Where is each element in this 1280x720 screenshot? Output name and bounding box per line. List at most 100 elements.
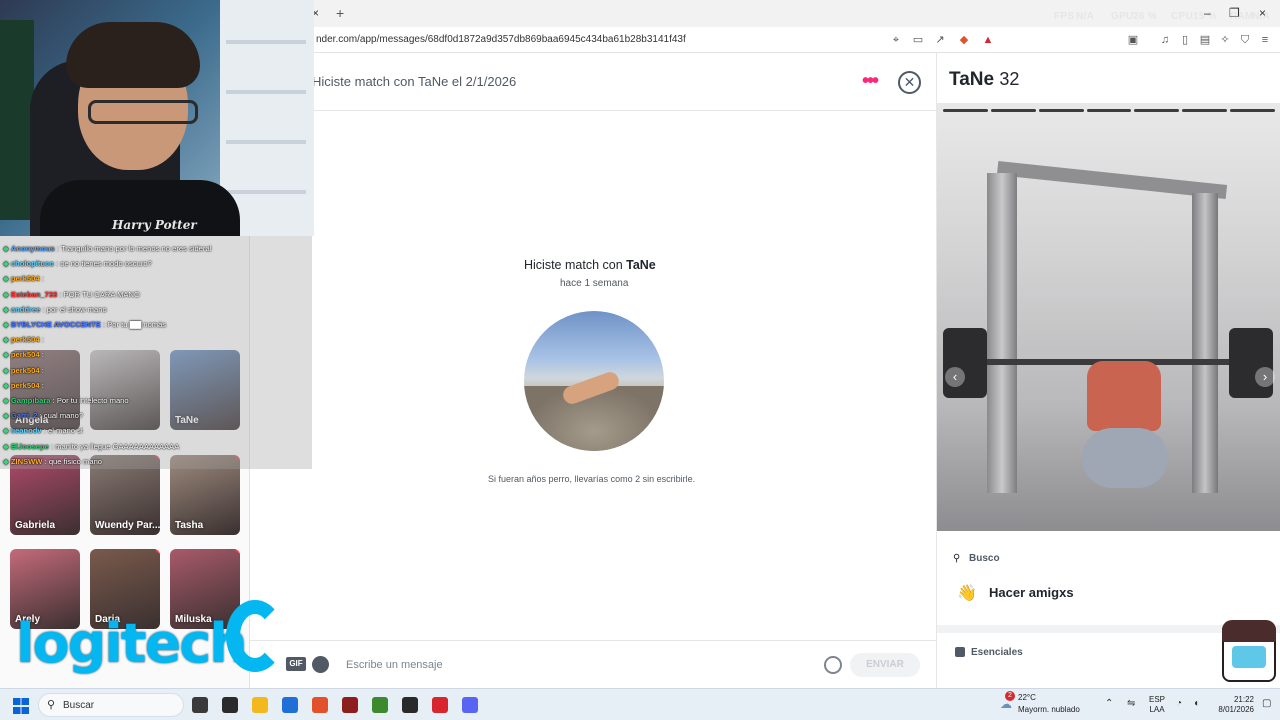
tray-network-icon[interactable]: ⇋ (1127, 698, 1135, 709)
gpu-label: GPU (1111, 11, 1134, 22)
match-avatar[interactable] (524, 311, 664, 451)
minimize-button[interactable]: – (1204, 6, 1211, 20)
stream-chat-user: perk504 (10, 350, 40, 360)
stream-chat-line: ◆ perk504 : (3, 274, 44, 283)
music-icon[interactable]: ♫ (1159, 34, 1171, 46)
clock-date: 8/01/2026 (1218, 705, 1254, 714)
chat-badge-icon: ◆ (3, 304, 9, 314)
chat-badge-icon: ◆ (3, 274, 9, 284)
wifi-icon[interactable]: ◔ (1176, 698, 1182, 709)
stream-chat-user: Anonymous (10, 244, 55, 253)
taskbar-search[interactable]: ⚲ Buscar (38, 693, 184, 717)
webcam-overlay: Harry Potter (0, 0, 314, 236)
message-input[interactable] (346, 655, 806, 675)
stream-chat-text: : (41, 274, 44, 284)
logitech-g-logo (226, 600, 284, 672)
stream-chat-line: ◆ perk504 : (3, 350, 44, 359)
send-button[interactable]: ENVIAR (850, 653, 920, 677)
profile-photo[interactable]: ‹ › (937, 103, 1280, 531)
tray-chevron-icon[interactable]: ⌃ (1105, 698, 1113, 709)
more-options-icon[interactable]: ••• (862, 71, 879, 91)
stream-chat-overlay: ◆ Anonymous : Tranquilo mano por lo menos… (0, 236, 312, 469)
notifications-icon[interactable]: ▢ (1262, 698, 1271, 709)
menu-icon[interactable]: ≡ (1259, 34, 1271, 46)
mascot-face (1232, 646, 1266, 668)
file-explorer-icon[interactable] (252, 697, 268, 713)
match-card-name: Tasha (175, 520, 204, 531)
chat-badge-icon: ◆ (3, 259, 9, 269)
profile-name-heading: TaNe 32 (949, 69, 1019, 91)
chat-badge-icon: ◆ (3, 365, 9, 375)
stream-chat-text: : Por tu ▇▇ nomás (102, 320, 167, 329)
stream-chat-text: : que fisico mano (44, 456, 103, 466)
red-app-icon[interactable] (432, 697, 448, 713)
gif-button[interactable]: GIF (286, 657, 306, 671)
match-card-name: Gabriela (15, 520, 56, 531)
profile-age: 32 (999, 69, 1020, 89)
url-field[interactable]: nder.com/app/messages/68df0d1872a9d357db… (316, 34, 686, 45)
location-icon[interactable]: ⌖ (890, 34, 902, 46)
window-close-button[interactable]: × (1259, 6, 1266, 20)
maximize-button[interactable]: ❐ (1229, 6, 1240, 20)
looking-for-icon: ⚲ (953, 553, 961, 564)
message-composer: GIF ENVIAR (250, 640, 936, 688)
emoji-icon[interactable] (824, 656, 842, 674)
stream-chat-line: ◆ ZINSWW : que fisico mano (3, 457, 102, 466)
cast-icon[interactable]: ▭ (912, 34, 924, 46)
looking-for-value: 👋 Hacer amigxs (957, 585, 1074, 602)
wallet-icon[interactable]: ▤ (1199, 34, 1211, 46)
obs-icon[interactable] (402, 697, 418, 713)
fps-value: N/A (1076, 11, 1095, 22)
stream-chat-line: ◆ Garri_2 : cual mano? (3, 411, 83, 420)
spotify-icon[interactable] (312, 656, 329, 673)
stream-chat-user: ElJoosepe (10, 441, 49, 451)
mascot-hair (1222, 620, 1276, 642)
stream-chat-user: perk504 (10, 335, 40, 345)
share-icon[interactable]: ↗ (934, 34, 946, 46)
windows-start-icon[interactable] (13, 698, 29, 714)
vpn-icon[interactable]: ⛉ (1239, 34, 1251, 46)
stream-chat-line: ◆ lieanodv : el mano si (3, 426, 83, 435)
minecraft-icon[interactable] (372, 697, 388, 713)
store-icon[interactable] (282, 697, 298, 713)
discord-icon[interactable] (462, 697, 478, 713)
search-label: Buscar (63, 700, 95, 711)
stream-chat-text: : Tranquilo mano por lo menos no eres si… (56, 244, 212, 253)
stream-chat-user: Esteban_733 (10, 289, 58, 299)
sidebar-icon[interactable]: ▣ (1127, 34, 1139, 46)
brave-icon[interactable] (312, 697, 328, 713)
photo-rack-left (987, 173, 1017, 493)
close-chat-icon[interactable]: ✕ (898, 71, 921, 94)
profile-name: TaNe (949, 69, 995, 90)
stream-chat-line: ◆ perk504 : (3, 335, 44, 344)
brave-shield-icon[interactable]: ◆ (958, 34, 970, 46)
language-indicator[interactable]: ESP LAA (1149, 695, 1165, 715)
photo-next-icon[interactable]: › (1255, 367, 1275, 387)
photo-prev-icon[interactable]: ‹ (945, 367, 965, 387)
chat-badge-icon: ◆ (3, 411, 9, 421)
match-date-title: Hiciste match con TaNe el 2/1/2026 (312, 74, 517, 89)
photo-progress-bars (943, 109, 1276, 112)
unread-dot (236, 549, 240, 553)
leo-icon[interactable]: ✧ (1219, 34, 1231, 46)
stream-chat-text: : el mano si (43, 426, 83, 436)
terminal-icon[interactable] (222, 697, 238, 713)
lang-bottom: LAA (1149, 705, 1165, 714)
photo-plate-left (943, 328, 987, 398)
clock-time: 21:22 (1233, 695, 1254, 704)
chat-badge-icon: ◆ (3, 456, 9, 466)
task-view-icon[interactable] (192, 697, 208, 713)
reader-icon[interactable]: ▯ (1179, 34, 1191, 46)
clock[interactable]: 21:22 8/01/2026 (1212, 695, 1254, 715)
stream-chat-text: : por el show mano (42, 304, 107, 314)
webcam-tree (0, 20, 34, 220)
stream-chat-text: : POR TU CARA MANO (59, 289, 140, 299)
weather-desc: Mayorm. nublado (1018, 705, 1080, 714)
volume-icon[interactable]: ◖ (1193, 698, 1199, 709)
stream-chat-text: : Por tu intelecto mano (52, 396, 129, 405)
chat-badge-icon: ◆ (3, 289, 9, 299)
harry-potter-app-icon[interactable] (342, 697, 358, 713)
new-tab-button[interactable]: + (336, 5, 344, 21)
stream-chat-user: BYBLYCHE AVOCCENTE (10, 320, 101, 329)
brave-rewards-icon[interactable]: ▲ (982, 34, 994, 46)
